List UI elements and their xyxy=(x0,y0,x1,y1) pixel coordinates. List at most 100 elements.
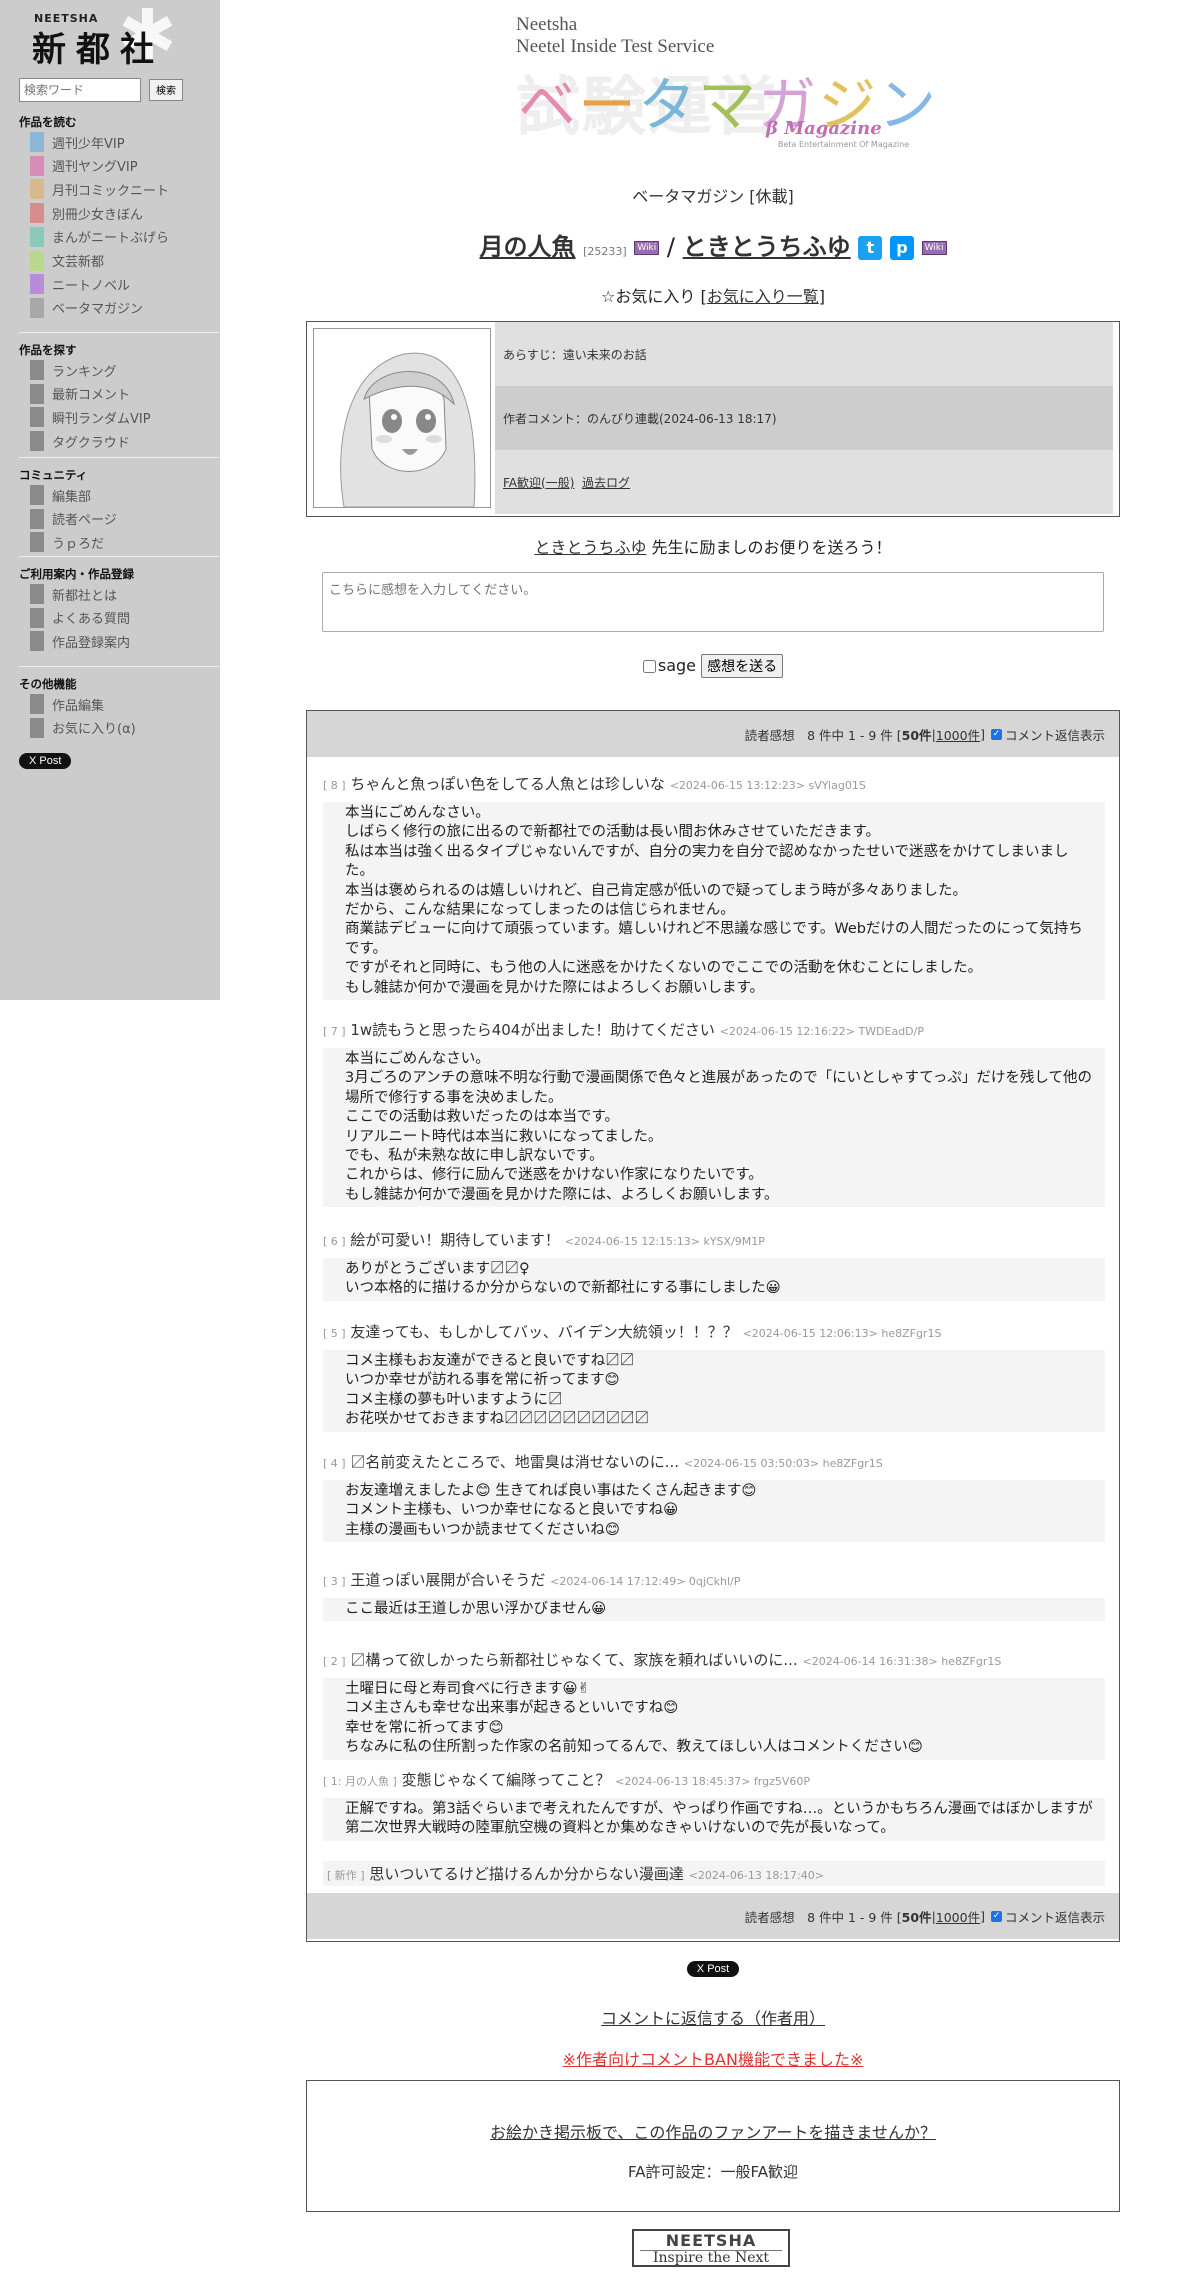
magazine-brand[interactable]: Neetsha Neetel Inside Test Service 試験運営 … xyxy=(516,14,956,154)
send-comment-button[interactable]: 感想を送る xyxy=(701,654,784,678)
links-row: FA歓迎(一般) 過去ログ xyxy=(495,450,1113,514)
sidebar-item[interactable]: うｐろだ xyxy=(30,532,104,553)
past-log-link[interactable]: 過去ログ xyxy=(582,474,630,491)
comment-title: 1w読もうと思ったら404が出ました！助けてください xyxy=(350,1021,715,1039)
sidebar-item[interactable]: タグクラウド xyxy=(30,431,130,452)
reply-toggle-checkbox[interactable]: ✓ xyxy=(990,728,1002,740)
comment-number[interactable]: [ 1: 月の人魚 ] xyxy=(323,1775,397,1788)
favorite-add[interactable]: ☆お気に入り [ xyxy=(601,287,707,306)
sidebar-item[interactable]: お気に入り(α) xyxy=(30,717,136,738)
sidebar-item-marker xyxy=(30,360,44,380)
comment-header: [ 6 ] 絵が可愛い！期待しています！ <2024-06-15 12:15:1… xyxy=(323,1229,1105,1250)
work-wiki-link[interactable]: Wiki xyxy=(634,241,660,255)
comment-header: [ 4 ] 〼名前変えたところで、地雷臭は消せないのに... <2024-06-… xyxy=(323,1451,1105,1472)
sidebar-item[interactable]: 最新コメント xyxy=(30,383,130,404)
sidebar-section-title: コミュニティ xyxy=(19,468,88,482)
sidebar-item[interactable]: 編集部 xyxy=(30,485,91,505)
favorite-list-link[interactable]: お気に入り一覧 xyxy=(707,287,819,306)
comment-number[interactable]: [ 5 ] xyxy=(323,1327,346,1340)
x-post-button-main[interactable]: X Post xyxy=(306,1960,1120,1977)
sidebar-item-marker xyxy=(30,485,44,505)
fanart-link[interactable]: お絵かき掲示板で、この作品のファンアートを描きませんか？ xyxy=(307,2119,1119,2143)
thumbnail-illustration xyxy=(314,329,490,507)
sidebar-item-label: 月刊コミックニート xyxy=(52,183,170,199)
comments-panel: 読者感想 8 件中 1 - 9 件 [ 50件 | 1000件 ] ✓ コメント返… xyxy=(306,710,1120,1942)
comment-number[interactable]: [ 3 ] xyxy=(323,1575,346,1588)
sidebar-item-marker xyxy=(30,431,44,452)
synopsis-text: あらすじ：遠い未来のお話 xyxy=(503,347,647,362)
brand-tiny: Beta Entertainment Of Magazine xyxy=(778,140,910,149)
pixiv-icon[interactable]: p xyxy=(889,236,914,260)
favorite-line: ☆お気に入り [お気に入り一覧] xyxy=(306,283,1120,307)
ban-feature-link[interactable]: ※作者向けコメントBAN機能できました※ xyxy=(306,2046,1120,2070)
sidebar-item[interactable]: 作品登録案内 xyxy=(30,631,130,652)
comment-number[interactable]: [ 新作 ] xyxy=(327,1869,365,1882)
sidebar-item[interactable]: 作品編集 xyxy=(30,694,104,714)
search-button[interactable]: 検索 xyxy=(149,78,183,101)
sidebar-item-marker xyxy=(30,179,44,200)
comment-textarea[interactable] xyxy=(322,572,1104,632)
sidebar-item[interactable]: 週刊少年VIP xyxy=(30,132,125,152)
comment-number[interactable]: [ 6 ] xyxy=(323,1235,346,1248)
sidebar-item-marker xyxy=(30,694,44,714)
fa-link[interactable]: FA歓迎(一般) xyxy=(503,474,574,491)
footer-logo-top: NEETSHA xyxy=(665,2231,757,2250)
twitter-icon[interactable]: t xyxy=(858,236,883,260)
sidebar-item-marker xyxy=(30,132,44,152)
work-title-link[interactable]: 月の人魚 xyxy=(480,233,576,261)
sidebar-item-label: ランキング xyxy=(52,364,117,380)
bar-50-link[interactable]: 50件 xyxy=(902,725,932,744)
comment-title: 〼構って欲しかったら新都社じゃなくて、家族を頼ればいいのに... xyxy=(350,1651,798,1669)
sidebar-item[interactable]: 週刊ヤングVIP xyxy=(30,155,138,176)
comment-meta: <2024-06-14 16:31:38> he8ZFgr1S xyxy=(802,1655,1002,1668)
sidebar-item-label: 週刊少年VIP xyxy=(52,136,125,152)
sidebar-item[interactable]: 瞬刊ランダムVIP xyxy=(30,407,151,428)
sidebar-divider xyxy=(19,666,219,667)
footer-logo[interactable]: NEETSHA Inspire the Next xyxy=(632,2229,790,2267)
sidebar-item[interactable]: まんがニートぶげら xyxy=(30,226,169,247)
bar-50-link[interactable]: 50件 xyxy=(902,1907,932,1926)
sage-checkbox[interactable] xyxy=(642,660,656,673)
sidebar-divider xyxy=(19,457,219,458)
author-link[interactable]: ときとうちふゆ xyxy=(683,233,851,261)
x-post-button[interactable]: X Post xyxy=(19,752,72,769)
comment-item: [ 3 ] 王道っぽい展開が合いそうだ <2024-06-14 17:12:49… xyxy=(323,1569,1105,1622)
comment-title: 絵が可愛い！期待しています！ xyxy=(350,1231,560,1249)
sidebar-item[interactable]: よくある質問 xyxy=(30,607,130,628)
sidebar-item[interactable]: ランキング xyxy=(30,360,117,380)
cheer-author-link[interactable]: ときとうちふゆ xyxy=(534,538,646,557)
comment-title: 王道っぽい展開が合いそうだ xyxy=(350,1571,546,1589)
comment-number[interactable]: [ 7 ] xyxy=(323,1025,346,1038)
author-wiki-link[interactable]: Wiki xyxy=(921,241,947,255)
author-reply-link[interactable]: コメントに返信する（作者用） xyxy=(306,2005,1120,2029)
search-input[interactable] xyxy=(19,78,141,102)
sidebar-item[interactable]: 読者ページ xyxy=(30,508,117,529)
sidebar-item[interactable]: 別冊少女きぼん xyxy=(30,203,143,224)
sidebar-item-marker xyxy=(30,297,44,318)
bar-1000-link[interactable]: 1000件 xyxy=(936,725,980,744)
sidebar-item[interactable]: ベータマガジン xyxy=(30,297,143,318)
comment-item: [ 新作 ] 思いついてるけど描けるんか分からない漫画達 <2024-06-13… xyxy=(323,1861,1105,1886)
comment-item: [ 1: 月の人魚 ] 変態じゃなくて編隊ってこと？ <2024-06-13 1… xyxy=(323,1769,1105,1841)
comment-number[interactable]: [ 2 ] xyxy=(323,1655,346,1668)
sidebar-item-marker xyxy=(30,607,44,628)
comment-number[interactable]: [ 8 ] xyxy=(323,779,346,792)
bar-prefix: 読者感想 8 件中 1 - 9 件 [ xyxy=(744,727,902,743)
site-logo[interactable]: ✱ NEETSHA 新都社 xyxy=(26,0,186,70)
sidebar-item[interactable]: 新都社とは xyxy=(30,584,117,604)
comment-item: [ 8 ] ちゃんと魚っぽい色をしてる人魚とは珍しいな <2024-06-15 … xyxy=(323,773,1105,1001)
reply-toggle-checkbox[interactable]: ✓ xyxy=(990,1910,1002,1922)
sidebar-item-label: 新都社とは xyxy=(52,588,118,604)
sidebar-item[interactable]: 文芸新都 xyxy=(30,250,104,271)
comment-number[interactable]: [ 4 ] xyxy=(323,1457,346,1470)
sidebar-item-marker xyxy=(30,155,44,176)
bar-1000-link[interactable]: 1000件 xyxy=(936,1907,980,1926)
comment-item: [ 7 ] 1w読もうと思ったら404が出ました！助けてください <2024-0… xyxy=(323,1019,1105,1208)
title-line: 月の人魚 [25233] Wiki / ときとうちふゆ t p Wiki xyxy=(306,227,1120,262)
sidebar-item[interactable]: 月刊コミックニート xyxy=(30,179,170,200)
work-thumbnail[interactable] xyxy=(313,328,491,508)
comment-header: [ 3 ] 王道っぽい展開が合いそうだ <2024-06-14 17:12:49… xyxy=(323,1569,1105,1590)
sidebar-item[interactable]: ニートノベル xyxy=(30,274,130,295)
bar-end: ] xyxy=(980,1908,985,1924)
sidebar-item-label: タグクラウド xyxy=(52,435,130,451)
